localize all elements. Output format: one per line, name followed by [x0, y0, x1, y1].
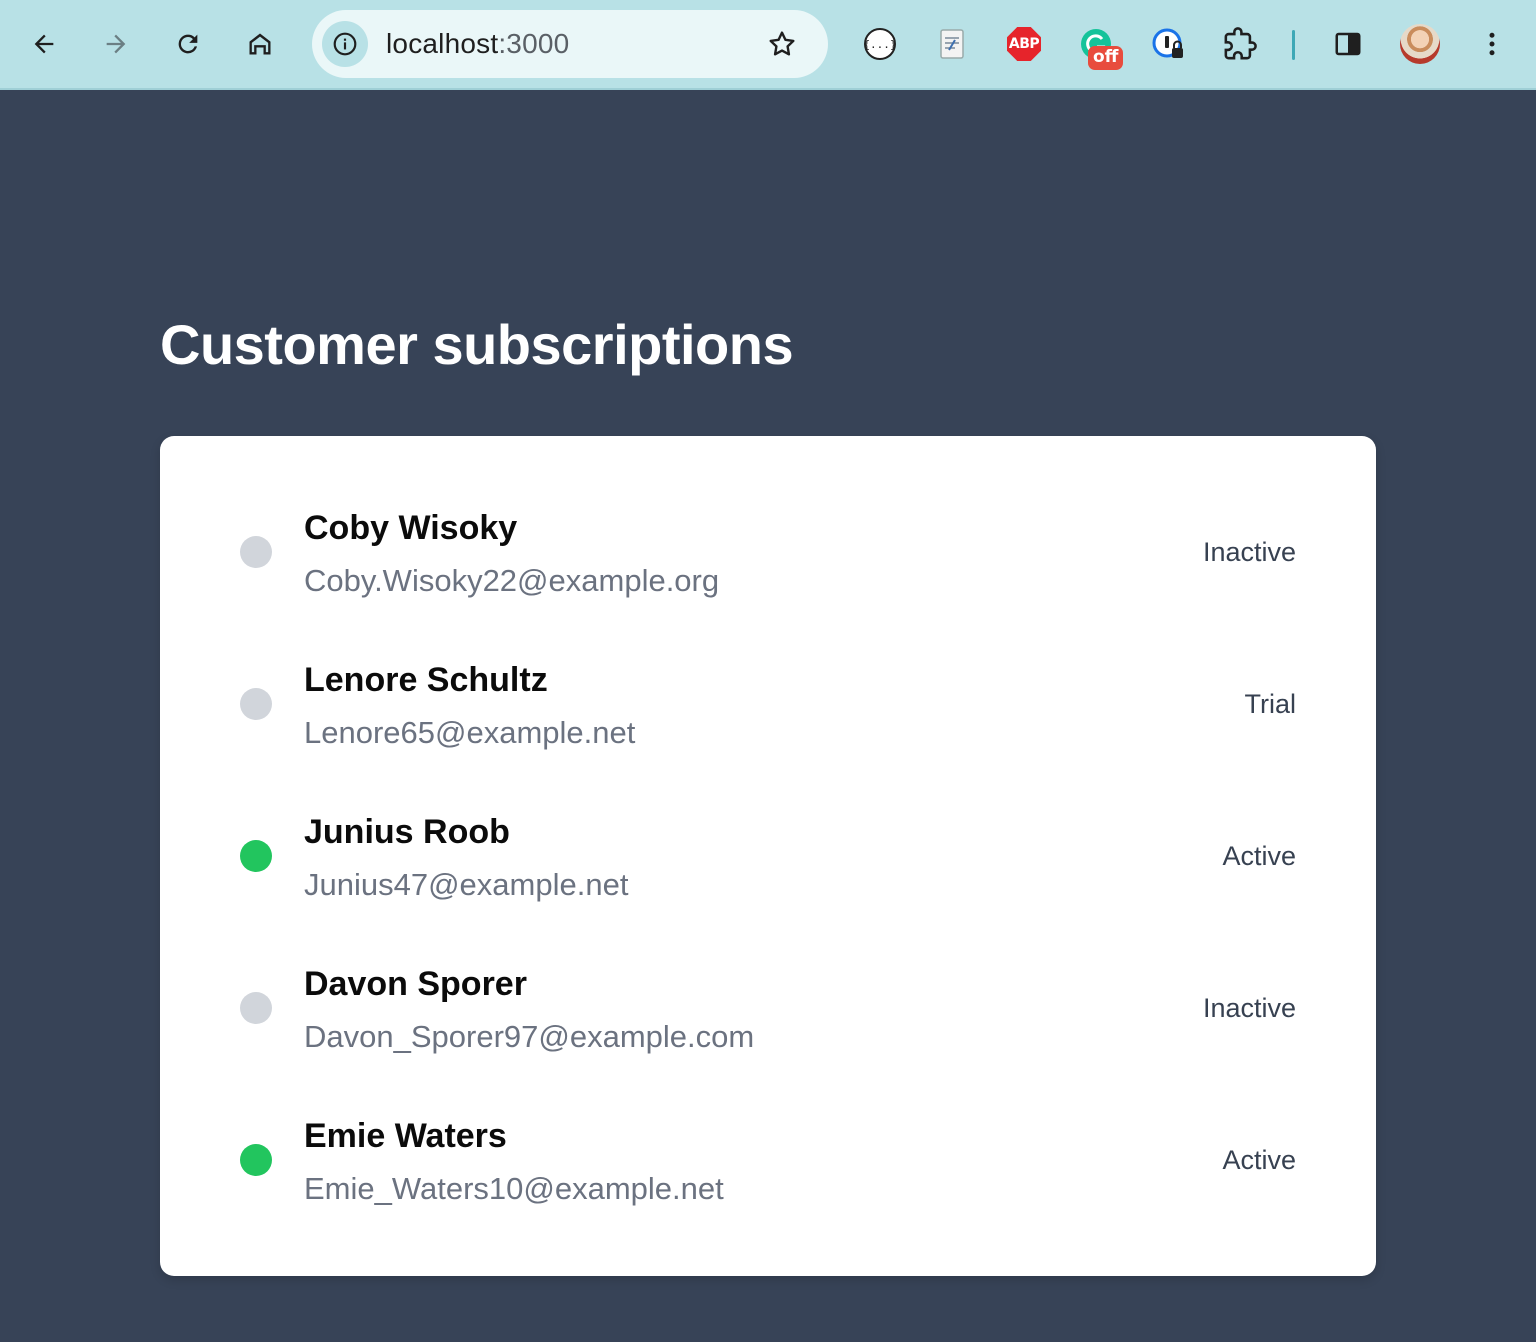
profile-avatar[interactable]: [1400, 24, 1440, 64]
status-dot: [240, 536, 272, 568]
home-button[interactable]: [238, 22, 282, 66]
arrow-right-icon: [106, 34, 126, 54]
url-text[interactable]: localhost:3000: [386, 28, 569, 60]
puzzle-icon: [1224, 27, 1257, 60]
grammarly-off-badge: off: [1088, 46, 1124, 70]
home-icon: [249, 33, 271, 55]
status-dot: [240, 1144, 272, 1176]
url-host: localhost: [386, 28, 499, 59]
list-item[interactable]: Emie Waters Emie_Waters10@example.net Ac…: [160, 1044, 1376, 1206]
side-panel-icon: [1335, 32, 1361, 56]
script-extension[interactable]: [932, 24, 972, 64]
address-bar[interactable]: localhost:3000: [312, 10, 828, 78]
info-icon: [333, 32, 357, 56]
page-title: Customer subscriptions: [160, 313, 794, 376]
reload-button[interactable]: [166, 22, 210, 66]
json-viewer-icon: {...}: [863, 28, 897, 60]
list-item[interactable]: Davon Sporer Davon_Sporer97@example.com …: [160, 892, 1376, 1054]
status-dot: [240, 992, 272, 1024]
customer-name: Coby Wisoky: [304, 509, 518, 547]
site-info-button[interactable]: [322, 21, 368, 67]
status-label: Inactive: [1202, 537, 1296, 567]
password-manager-extension[interactable]: [1148, 24, 1188, 64]
customer-name: Junius Roob: [304, 813, 510, 851]
status-label: Trial: [1244, 689, 1297, 719]
more-vert-icon: [1489, 32, 1495, 56]
customer-email: Emie_Waters10@example.net: [304, 1171, 724, 1206]
status-label: Inactive: [1202, 993, 1296, 1023]
list-item[interactable]: Junius Roob Junius47@example.net Active: [160, 740, 1376, 902]
adblock-extension[interactable]: ABP: [1004, 24, 1044, 64]
subscriptions-list: Coby Wisoky Coby.Wisoky22@example.org In…: [160, 436, 1376, 1276]
customer-name: Lenore Schultz: [304, 661, 548, 699]
arrow-left-icon: [34, 34, 54, 54]
star-icon: [769, 31, 795, 56]
customer-name: Emie Waters: [304, 1117, 507, 1155]
password-manager-icon: [1152, 28, 1183, 58]
reload-icon: [178, 34, 198, 54]
script-icon: [940, 29, 964, 59]
side-panel-button[interactable]: [1328, 24, 1368, 64]
browser-menu-button[interactable]: [1472, 24, 1512, 64]
status-dot: [240, 840, 272, 872]
status-label: Active: [1222, 1145, 1296, 1175]
extensions-button[interactable]: [1220, 24, 1260, 64]
url-port: :3000: [498, 28, 570, 59]
list-item[interactable]: Lenore Schultz Lenore65@example.net Tria…: [160, 588, 1376, 750]
list-item[interactable]: Coby Wisoky Coby.Wisoky22@example.org In…: [160, 436, 1376, 598]
bookmark-button[interactable]: [764, 26, 800, 62]
status-dot: [240, 688, 272, 720]
toolbar-divider: [1292, 30, 1295, 60]
customer-name: Davon Sporer: [304, 965, 527, 1003]
forward-button[interactable]: [94, 22, 138, 66]
browser-toolbar: localhost:3000 {...} ABP off: [0, 0, 1536, 90]
adblock-icon: ABP: [1007, 27, 1041, 61]
back-button[interactable]: [22, 22, 66, 66]
json-viewer-extension[interactable]: {...}: [860, 24, 900, 64]
status-label: Active: [1222, 841, 1296, 871]
svg-text:{...}: {...}: [863, 38, 896, 51]
